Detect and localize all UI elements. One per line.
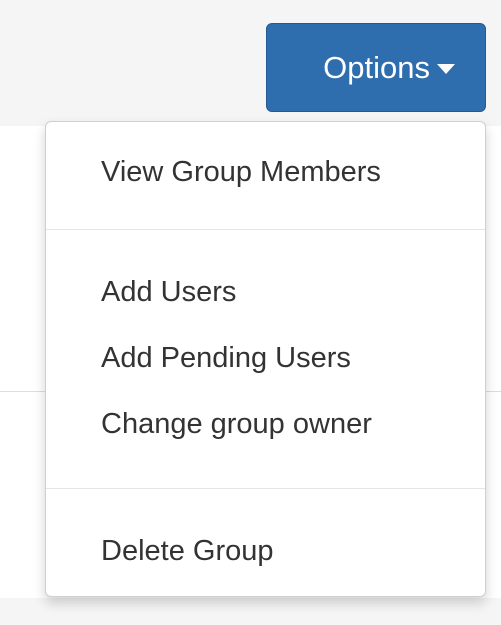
options-dropdown-menu: View Group Members Add Users Add Pending… [45, 121, 486, 597]
menu-item-change-group-owner[interactable]: Change group owner [46, 393, 485, 455]
menu-item-view-group-members[interactable]: View Group Members [46, 141, 485, 203]
options-button[interactable]: Options [266, 23, 486, 112]
options-button-label: Options [323, 49, 430, 85]
menu-divider [46, 488, 485, 489]
page: Options View Group Members Add Users Add… [0, 0, 501, 625]
menu-item-add-pending-users[interactable]: Add Pending Users [46, 327, 485, 389]
menu-item-add-users[interactable]: Add Users [46, 261, 485, 323]
footer-band [0, 598, 501, 625]
menu-item-delete-group[interactable]: Delete Group [46, 520, 485, 582]
menu-divider [46, 229, 485, 230]
caret-down-icon [437, 63, 455, 74]
